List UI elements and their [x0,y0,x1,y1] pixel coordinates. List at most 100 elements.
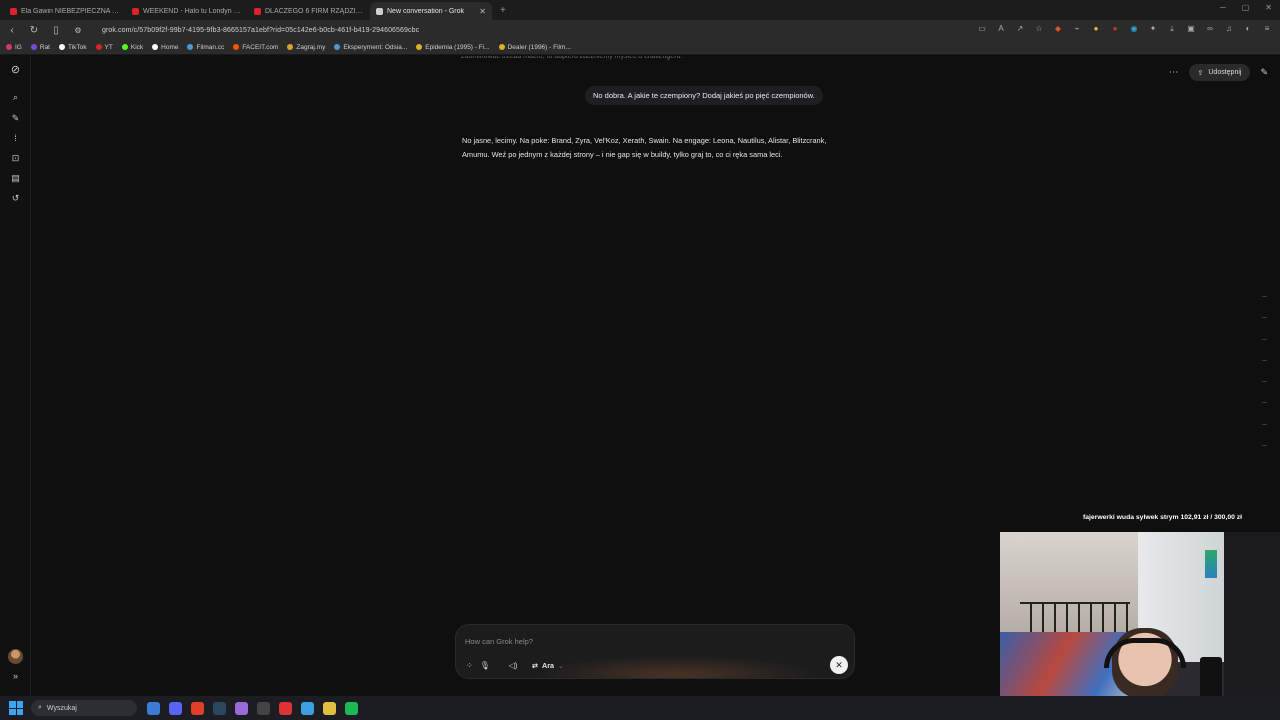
extension-icon[interactable]: ◉ [1129,24,1139,34]
back-icon[interactable]: ‹ [6,25,18,36]
bookmark-item[interactable]: Kick [121,44,143,51]
browser-tab[interactable]: DLACZEGO 6 FIRM RZĄDZI CAŁYM [248,2,370,20]
windows-taskbar: ⌕ Wyszukaj [0,696,1280,720]
voice-icon[interactable]: ⁞ [9,132,22,145]
avatar[interactable] [8,649,23,664]
lightbulb-icon[interactable] [323,701,336,715]
chevron-right-icon[interactable]: » [9,670,22,683]
taskbar-apps [147,701,358,715]
star-icon[interactable]: ☆ [1034,24,1044,34]
browser-tab-strip: Ela Gawin NIEBEZPIECZNA Youtub WEEKEND - … [0,0,1280,20]
image-icon[interactable]: ⊡ [9,152,22,165]
grok-logo-icon[interactable]: ⊘ [9,64,22,77]
bookmark-item[interactable]: IG [6,44,22,51]
bookmark-item[interactable]: Dealer (1996) - Film... [498,44,571,51]
close-window-button[interactable]: ✕ [1265,3,1272,12]
discord-icon[interactable] [169,701,182,715]
extension-icon[interactable]: ● [1110,24,1120,34]
new-chat-icon[interactable]: ✎ [1260,67,1268,78]
edit-icon[interactable]: ✎ [9,112,22,125]
download-icon[interactable]: ⤓ [1167,24,1177,34]
new-tab-button[interactable]: + [492,2,514,20]
maximize-button[interactable]: ▢ [1242,3,1250,12]
bookmark-label: Eksperyment: Odsia... [343,43,408,51]
bookmark-item[interactable]: YT [95,43,113,51]
bookmark-item[interactable]: Zagraj.my [287,44,325,51]
voice-mode-controls[interactable]: ⁘ 🎙︎ [462,657,498,673]
site-info-icon[interactable]: ⚙ [72,26,84,35]
paper-plane-icon[interactable] [301,701,314,715]
upload-icon: ⇪ [1197,69,1204,77]
pen-tool-icon[interactable] [235,701,248,715]
screen: Ela Gawin NIEBEZPIECZNA Youtub WEEKEND - … [0,0,1280,720]
browser-tab[interactable]: WEEKEND - Halo tu Londyn (Oficjaln [126,2,248,20]
bookmark-icon[interactable]: ▯ [50,25,62,36]
app-grid-icon[interactable] [257,701,270,715]
bookmark-favicon-icon [30,44,37,50]
more-options-icon[interactable]: ⋯ [1169,67,1179,78]
search-icon[interactable]: ⌕ [9,91,22,104]
address-bar[interactable]: grok.com/c/57b09f2f-99b7-4195-9fb3-86651… [102,27,419,34]
bookmark-favicon-icon [187,44,194,50]
browser-tab[interactable]: New conversation - Grok ✕ [370,2,492,20]
voice-name: Ara [542,660,555,670]
menu-icon[interactable]: ≡ [1262,24,1272,34]
link-icon[interactable]: ∞ [1205,24,1215,34]
end-voice-button[interactable]: ✕ [830,656,848,674]
taskbar-search[interactable]: ⌕ Wyszukaj [31,700,137,716]
voice-glow [536,655,816,678]
microphone-icon[interactable]: 🎙︎ [480,661,490,670]
tab-favicon-icon [10,7,17,15]
widgets-icon[interactable] [147,701,160,715]
minimize-button[interactable]: ─ [1220,3,1226,12]
bookmark-item[interactable]: Filman.cc [187,44,224,51]
bookmark-label: FACEIT.com [242,43,279,51]
assistant-message: No jasne, lecimy. Na poke: Brand, Zyra, … [462,136,827,159]
bookmark-item[interactable]: Home [152,44,178,51]
opera-icon[interactable] [279,701,292,715]
bookmark-favicon-icon [233,44,240,50]
bookmark-item[interactable]: Eksperyment: Odsia... [334,44,407,51]
bookmark-favicon-icon [6,44,12,50]
conversation-scroll-markers[interactable] [1262,296,1268,446]
profile-icon[interactable]: ◐ [1243,24,1253,34]
extension-icon[interactable]: ● [1091,24,1101,34]
share-page-icon[interactable]: ↗ [1015,24,1025,34]
prompt-input[interactable] [465,635,795,647]
wallet-icon[interactable]: ▣ [1186,24,1196,34]
bookmark-item[interactable]: FACEIT.com [233,44,278,51]
voice-selector[interactable]: ⇄ Ara ⌄ [532,657,564,673]
close-tab-icon[interactable]: ✕ [479,7,486,16]
steam-icon[interactable] [213,701,226,715]
chrome-icon[interactable] [191,701,204,715]
cast-icon[interactable]: ▭ [977,24,987,34]
bookmark-favicon-icon [121,44,128,50]
puzzle-icon[interactable]: ✦ [1148,24,1158,34]
windows-start-icon[interactable] [9,701,23,715]
music-icon[interactable]: ♫ [1224,24,1234,34]
brave-shield-icon[interactable]: ◆ [1053,24,1063,34]
share-button[interactable]: ⇪ Udostępnij [1188,64,1251,81]
bookmark-favicon-icon [498,44,505,50]
bookmark-item[interactable]: Epidemia (1995) - Fi... [416,43,490,51]
conversation-actions: ⋯ ⇪ Udostępnij ✎ [1169,64,1268,81]
bookmark-item[interactable]: TikTok [59,44,87,51]
bookmark-label: Epidemia (1995) - Fi... [425,43,490,51]
folder-icon[interactable]: ▤ [9,172,22,185]
reload-icon[interactable]: ↻ [28,25,40,36]
bookmark-item[interactable]: Rat [30,44,50,51]
speaker-icon[interactable]: ◁) [506,657,520,673]
share-label: Udostępnij [1208,69,1242,76]
history-icon[interactable]: ↺ [9,192,22,205]
bookmark-label: YT [104,43,113,51]
browser-toolbar: ‹ ↻ ▯ ⚙ grok.com/c/57b09f2f-99b7-4195-9f… [0,20,1280,40]
extension-icon[interactable]: ⌁ [1072,24,1082,34]
composer: ⁘ 🎙︎ ◁) ⇄ Ara ⌄ ✕ [455,624,855,679]
waveform-icon: ⁘ [466,660,473,670]
bookmark-favicon-icon [59,44,65,50]
spotify-icon[interactable] [345,701,358,715]
bookmark-label: Filman.cc [196,43,225,51]
browser-tab[interactable]: Ela Gawin NIEBEZPIECZNA Youtub [4,2,126,20]
chevron-down-icon: ⌄ [558,660,565,670]
translate-icon[interactable]: A [996,24,1006,34]
